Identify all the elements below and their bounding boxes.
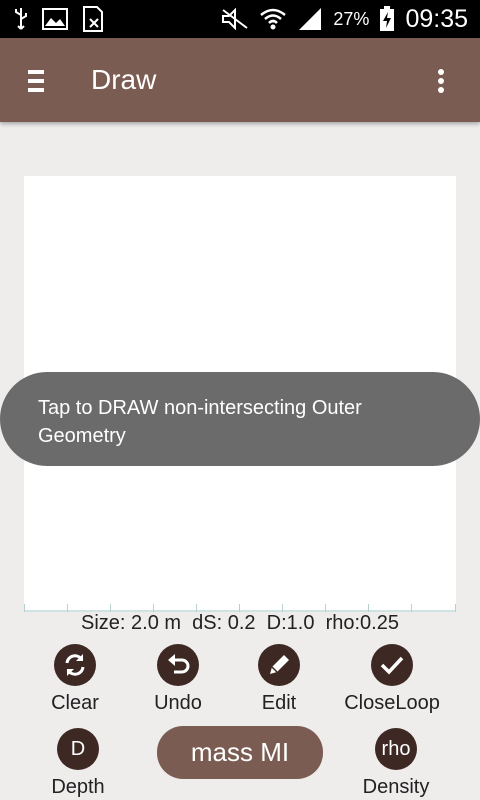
density-icon: rho [375, 728, 417, 770]
app-bar: Draw [0, 38, 480, 122]
overflow-menu-icon[interactable] [438, 69, 448, 95]
mass-mi-button[interactable]: mass MI [157, 726, 323, 779]
canvas-ruler [24, 604, 456, 612]
depth-button[interactable]: D Depth [18, 728, 138, 799]
clear-label: Clear [51, 692, 99, 714]
parameters-info: Size: 2.0 m dS: 0.2 D:1.0 rho:0.25 [81, 612, 399, 634]
refresh-icon [54, 644, 96, 686]
signal-icon [299, 8, 322, 30]
status-right-icons: 27% 09:35 [221, 2, 468, 36]
hamburger-icon[interactable] [28, 70, 46, 92]
depth-icon: D [57, 728, 99, 770]
edit-label: Edit [261, 692, 297, 714]
toast-message: Tap to DRAW non-intersecting Outer Geome… [0, 372, 480, 466]
wifi-icon [260, 8, 287, 30]
pencil-icon [258, 644, 300, 686]
close-loop-button[interactable]: CloseLoop [332, 644, 452, 715]
battery-charging-icon [380, 6, 395, 31]
status-left-icons [14, 6, 104, 32]
edit-button[interactable]: Edit [219, 644, 339, 715]
sim-off-icon [83, 6, 103, 32]
clock: 09:35 [405, 4, 468, 33]
mute-icon [222, 8, 249, 30]
density-label: Density [362, 776, 430, 798]
depth-label: Depth [51, 776, 105, 798]
page-title: Draw [91, 64, 157, 95]
status-bar: 27% 09:35 [0, 0, 480, 38]
check-icon [371, 644, 413, 686]
battery-percentage: 27% [333, 8, 370, 29]
density-button[interactable]: rho Density [336, 728, 456, 799]
clear-button[interactable]: Clear [15, 644, 135, 715]
close-loop-label: CloseLoop [344, 692, 440, 714]
gallery-icon [42, 8, 68, 30]
undo-icon [157, 644, 199, 686]
usb-icon [15, 8, 27, 30]
